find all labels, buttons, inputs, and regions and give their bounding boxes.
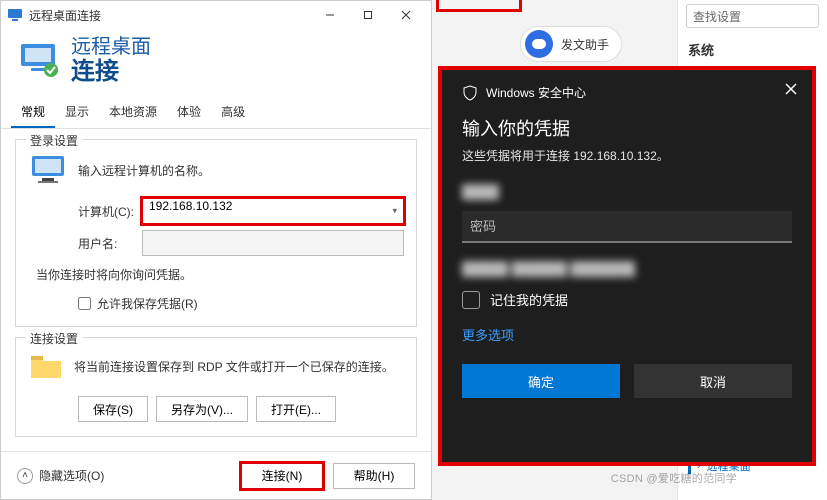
hide-options-toggle[interactable]: ˄ 隐藏选项(O) (17, 467, 104, 484)
security-close-button[interactable] (778, 76, 804, 102)
chevron-up-icon: ˄ (17, 468, 33, 484)
header-line2: 连接 (71, 59, 151, 85)
security-title-row: Windows 安全中心 (462, 84, 792, 101)
tab-local-resources[interactable]: 本地资源 (99, 97, 167, 128)
watermark-text: CSDN @爱吃糖的范同学 (611, 470, 737, 486)
credentials-note: 当你连接时将向你询问凭据。 (36, 266, 404, 283)
folder-icon (28, 348, 64, 384)
remember-checkbox[interactable] (462, 291, 480, 309)
save-as-button[interactable]: 另存为(V)... (156, 396, 248, 422)
security-heading: 输入你的凭据 (462, 115, 792, 141)
hide-options-label: 隐藏选项(O) (39, 467, 104, 484)
maximize-button[interactable] (349, 1, 387, 29)
windows-security-dialog: Windows 安全中心 输入你的凭据 这些凭据将用于连接 192.168.10… (442, 70, 812, 462)
security-subtext: 这些凭据将用于连接 192.168.10.132。 (462, 147, 792, 164)
help-button[interactable]: 帮助(H) (333, 463, 415, 489)
login-settings-group: 登录设置 输入远程计算机的名称。 计算机(C): 192.168.10.132 … (15, 139, 417, 327)
ok-button[interactable]: 确定 (462, 364, 620, 398)
settings-system-heading: 系统 (688, 40, 817, 59)
highlight-fragment (436, 0, 522, 12)
login-group-title: 登录设置 (26, 132, 82, 149)
rdc-footer: ˄ 隐藏选项(O) 连接(N) 帮助(H) (1, 451, 431, 499)
remember-label: 记住我的凭据 (490, 290, 568, 309)
rdc-window: 远程桌面连接 远程桌面 连接 常规 显示 本地资源 体验 高级 登录设置 输入远… (0, 0, 432, 500)
window-controls (311, 1, 425, 29)
save-credentials-label: 允许我保存凭据(R) (97, 295, 198, 312)
chevron-down-icon[interactable]: ▾ (392, 206, 397, 217)
tab-advanced[interactable]: 高级 (211, 97, 255, 128)
save-credentials-checkbox[interactable]: 允许我保存凭据(R) (78, 295, 404, 312)
assistant-label: 发文助手 (561, 36, 609, 53)
more-options-link[interactable]: 更多选项 (462, 325, 514, 344)
window-title: 远程桌面连接 (29, 7, 101, 24)
connect-button[interactable]: 连接(N) (241, 463, 323, 489)
save-button[interactable]: 保存(S) (78, 396, 148, 422)
login-prompt: 输入远程计算机的名称。 (78, 162, 210, 179)
tab-display[interactable]: 显示 (55, 97, 99, 128)
username-label: 用户名: (78, 235, 142, 252)
close-button[interactable] (387, 1, 425, 29)
monitor-icon (28, 150, 68, 190)
remember-credentials[interactable]: 记住我的凭据 (462, 290, 792, 309)
username-input[interactable] (142, 230, 404, 256)
titlebar: 远程桌面连接 (1, 1, 431, 29)
rdc-app-icon (7, 7, 23, 23)
rdc-header-icon (17, 38, 61, 82)
tabs: 常规 显示 本地资源 体验 高级 (1, 97, 431, 129)
conn-group-title: 连接设置 (26, 330, 82, 347)
connection-settings-group: 连接设置 将当前连接设置保存到 RDP 文件或打开一个已保存的连接。 保存(S)… (15, 337, 417, 437)
tab-general[interactable]: 常规 (11, 97, 55, 128)
save-credentials-box[interactable] (78, 297, 91, 310)
security-title: Windows 安全中心 (486, 84, 586, 101)
assistant-avatar-icon (525, 30, 553, 58)
password-input[interactable] (462, 211, 792, 243)
minimize-button[interactable] (311, 1, 349, 29)
conn-desc: 将当前连接设置保存到 RDP 文件或打开一个已保存的连接。 (74, 358, 394, 375)
cancel-button[interactable]: 取消 (634, 364, 792, 398)
blurred-domain-text: █████ ██████ ███████ (462, 261, 792, 276)
assistant-chip[interactable]: 发文助手 (520, 26, 622, 62)
tab-experience[interactable]: 体验 (167, 97, 211, 128)
settings-search[interactable]: 查找设置 (686, 4, 819, 28)
header-line1: 远程桌面 (71, 35, 151, 59)
blurred-username: ████ (462, 184, 792, 199)
computer-value: 192.168.10.132 (149, 199, 232, 213)
rdc-header: 远程桌面 连接 (1, 29, 431, 97)
search-placeholder-text: 查找设置 (693, 8, 741, 25)
shield-icon (462, 85, 478, 101)
computer-input[interactable]: 192.168.10.132 ▾ (142, 198, 404, 224)
open-button[interactable]: 打开(E)... (256, 396, 336, 422)
security-dialog-highlight: Windows 安全中心 输入你的凭据 这些凭据将用于连接 192.168.10… (438, 66, 816, 466)
computer-label: 计算机(C): (78, 203, 142, 220)
